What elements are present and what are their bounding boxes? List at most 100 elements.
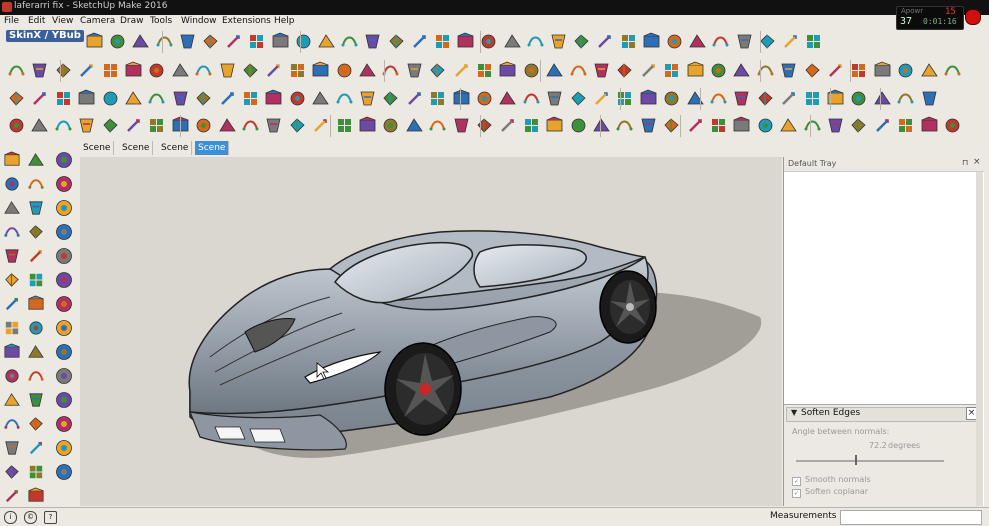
smooth-normals-box[interactable]: ✓ bbox=[792, 477, 801, 486]
toolbar-row-2-tool-30-icon[interactable] bbox=[685, 60, 706, 81]
left-toolbar-col2-tool-2-icon[interactable] bbox=[26, 174, 46, 194]
toolbar-row-2-tool-37-icon[interactable] bbox=[848, 60, 869, 81]
left-toolbar-col3-tool-13-icon[interactable] bbox=[54, 438, 74, 458]
left-toolbar-col1-tool-14-icon[interactable] bbox=[2, 462, 22, 482]
left-toolbar-col2-tool-13-icon[interactable] bbox=[26, 438, 46, 458]
toolbar-row-4-tool-13-icon[interactable] bbox=[287, 115, 308, 136]
toolbar-row-3-tool-12-icon[interactable] bbox=[263, 88, 284, 109]
toolbar-row-2-tool-10-icon[interactable] bbox=[217, 60, 238, 81]
left-toolbar-col2-tool-15-icon[interactable] bbox=[26, 486, 46, 506]
toolbar-row-1-tool-32-icon[interactable] bbox=[803, 31, 824, 52]
toolbar-row-3-tool-27-icon[interactable] bbox=[614, 88, 635, 109]
left-toolbar-col1-tool-13-icon[interactable] bbox=[2, 438, 22, 458]
left-toolbar-col1-tool-11-icon[interactable] bbox=[2, 390, 22, 410]
left-toolbar-col1-tool-12-icon[interactable] bbox=[2, 414, 22, 434]
toolbar-row-2-tool-28-icon[interactable] bbox=[638, 60, 659, 81]
credits-icon[interactable]: © bbox=[24, 511, 37, 524]
left-toolbar-col3-tool-1-icon[interactable] bbox=[54, 150, 74, 170]
left-toolbar-col1-tool-3-icon[interactable] bbox=[2, 198, 22, 218]
soften-coplanar-box[interactable]: ✓ bbox=[792, 489, 801, 498]
toolbar-row-2-tool-38-icon[interactable] bbox=[872, 60, 893, 81]
toolbar-row-4-tool-4-icon[interactable] bbox=[76, 115, 97, 136]
menu-view[interactable]: View bbox=[52, 16, 73, 26]
toolbar-row-4-tool-10-icon[interactable] bbox=[217, 115, 238, 136]
toolbar-row-4-tool-24-icon[interactable] bbox=[544, 115, 565, 136]
toolbar-row-2-tool-5-icon[interactable] bbox=[100, 60, 121, 81]
left-toolbar-col2-tool-7-icon[interactable] bbox=[26, 294, 46, 314]
toolbar-row-1-tool-21-icon[interactable] bbox=[548, 31, 569, 52]
toolbar-row-3-tool-15-icon[interactable] bbox=[334, 88, 355, 109]
toolbar-row-2-tool-16-icon[interactable] bbox=[357, 60, 378, 81]
toolbar-row-3-tool-32-icon[interactable] bbox=[731, 88, 752, 109]
toolbar-row-1-tool-26-icon[interactable] bbox=[664, 31, 685, 52]
toolbar-row-2-tool-27-icon[interactable] bbox=[614, 60, 635, 81]
toolbar-row-2-tool-7-icon[interactable] bbox=[146, 60, 167, 81]
toolbar-row-3-tool-29-icon[interactable] bbox=[661, 88, 682, 109]
toolbar-row-3-tool-34-icon[interactable] bbox=[778, 88, 799, 109]
toolbar-row-1-tool-11-icon[interactable] bbox=[316, 31, 337, 52]
toolbar-row-3-tool-30-icon[interactable] bbox=[685, 88, 706, 109]
left-toolbar-col2-tool-11-icon[interactable] bbox=[26, 390, 46, 410]
toolbar-row-2-tool-22-icon[interactable] bbox=[497, 60, 518, 81]
toolbar-row-2-tool-18-icon[interactable] bbox=[404, 60, 425, 81]
toolbar-row-1-tool-4-icon[interactable] bbox=[154, 31, 175, 52]
toolbar-row-4-tool-28-icon[interactable] bbox=[638, 115, 659, 136]
toolbar-row-4-tool-27-icon[interactable] bbox=[614, 115, 635, 136]
toolbar-row-2-tool-14-icon[interactable] bbox=[310, 60, 331, 81]
toolbar-row-3-tool-10-icon[interactable] bbox=[217, 88, 238, 109]
toolbar-row-4-tool-6-icon[interactable] bbox=[123, 115, 144, 136]
toolbar-row-1-tool-18-icon[interactable] bbox=[478, 31, 499, 52]
toolbar-row-4-tool-25-icon[interactable] bbox=[568, 115, 589, 136]
menu-help[interactable]: Help bbox=[274, 16, 295, 26]
toolbar-row-1-tool-7-icon[interactable] bbox=[223, 31, 244, 52]
toolbar-row-2-tool-33-icon[interactable] bbox=[755, 60, 776, 81]
left-toolbar-col3-tool-12-icon[interactable] bbox=[54, 414, 74, 434]
toolbar-row-2-tool-24-icon[interactable] bbox=[544, 60, 565, 81]
toolbar-row-3-tool-26-icon[interactable] bbox=[591, 88, 612, 109]
soften-coplanar-checkbox[interactable]: ✓ Soften coplanar bbox=[792, 487, 868, 498]
left-toolbar-col2-tool-12-icon[interactable] bbox=[26, 414, 46, 434]
tray-scrollbar[interactable] bbox=[976, 172, 983, 506]
tab-scene-1[interactable]: Scene 1 bbox=[80, 141, 115, 167]
tab-scene-3[interactable]: Scene 3 bbox=[158, 141, 193, 167]
left-toolbar-col1-tool-5-icon[interactable] bbox=[2, 246, 22, 266]
toolbar-row-3-tool-33-icon[interactable] bbox=[755, 88, 776, 109]
toolbar-row-3-tool-9-icon[interactable] bbox=[193, 88, 214, 109]
toolbar-row-1-tool-24-icon[interactable] bbox=[618, 31, 639, 52]
toolbar-row-1-tool-2-icon[interactable] bbox=[107, 31, 128, 52]
toolbar-row-2-tool-39-icon[interactable] bbox=[895, 60, 916, 81]
toolbar-row-1-tool-31-icon[interactable] bbox=[780, 31, 801, 52]
toolbar-row-2-tool-41-icon[interactable] bbox=[942, 60, 963, 81]
toolbar-row-2-tool-26-icon[interactable] bbox=[591, 60, 612, 81]
toolbar-row-3-tool-28-icon[interactable] bbox=[638, 88, 659, 109]
toolbar-row-1-tool-27-icon[interactable] bbox=[687, 31, 708, 52]
left-toolbar-col2-tool-10-icon[interactable] bbox=[26, 366, 46, 386]
toolbar-row-4-tool-16-icon[interactable] bbox=[357, 115, 378, 136]
toolbar-row-2-tool-40-icon[interactable] bbox=[919, 60, 940, 81]
toolbar-row-4-tool-40-icon[interactable] bbox=[919, 115, 940, 136]
toolbar-row-1-tool-28-icon[interactable] bbox=[710, 31, 731, 52]
toolbar-row-3-tool-6-icon[interactable] bbox=[123, 88, 144, 109]
toolbar-row-2-tool-36-icon[interactable] bbox=[825, 60, 846, 81]
toolbar-row-2-tool-29-icon[interactable] bbox=[661, 60, 682, 81]
toolbar-row-4-tool-39-icon[interactable] bbox=[895, 115, 916, 136]
record-stop-button[interactable] bbox=[965, 9, 981, 25]
toolbar-row-4-tool-9-icon[interactable] bbox=[193, 115, 214, 136]
left-toolbar-col3-tool-7-icon[interactable] bbox=[54, 294, 74, 314]
angle-slider-thumb[interactable] bbox=[855, 455, 857, 465]
tab-scene-4[interactable]: Scene 4 bbox=[195, 141, 230, 167]
toolbar-row-2-tool-21-icon[interactable] bbox=[474, 60, 495, 81]
toolbar-row-3-tool-25-icon[interactable] bbox=[568, 88, 589, 109]
left-toolbar-col2-tool-5-icon[interactable] bbox=[26, 246, 46, 266]
toolbar-row-4-tool-26-icon[interactable] bbox=[591, 115, 612, 136]
toolbar-row-1-tool-17-icon[interactable] bbox=[455, 31, 476, 52]
toolbar-row-3-tool-19-icon[interactable] bbox=[427, 88, 448, 109]
toolbar-row-1-tool-5-icon[interactable] bbox=[177, 31, 198, 52]
toolbar-row-4-tool-17-icon[interactable] bbox=[380, 115, 401, 136]
left-toolbar-col3-tool-6-icon[interactable] bbox=[54, 270, 74, 290]
toolbar-row-1-tool-22-icon[interactable] bbox=[571, 31, 592, 52]
toolbar-row-2-tool-32-icon[interactable] bbox=[731, 60, 752, 81]
toolbar-row-4-tool-33-icon[interactable] bbox=[755, 115, 776, 136]
toolbar-row-3-tool-21-icon[interactable] bbox=[474, 88, 495, 109]
toolbar-row-4-tool-36-icon[interactable] bbox=[825, 115, 846, 136]
